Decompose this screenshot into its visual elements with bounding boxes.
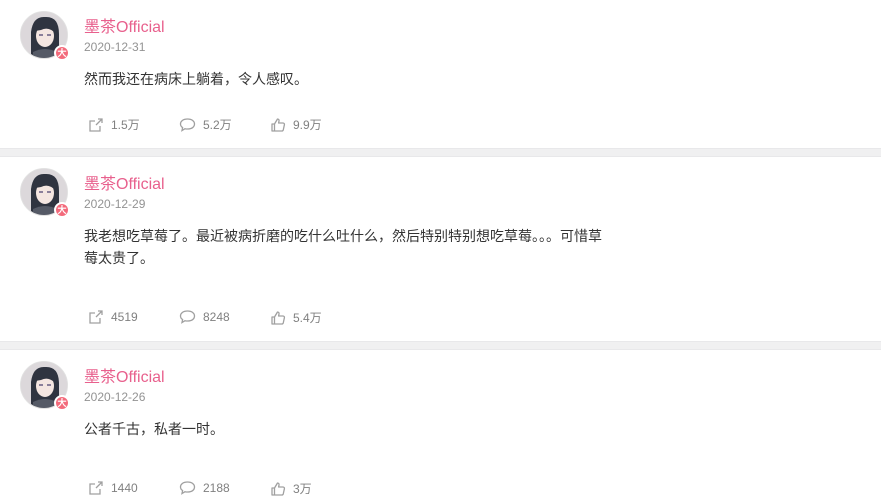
share-count: 1.5万 [111,118,140,132]
like-count: 9.9万 [293,118,322,132]
avatar[interactable]: 大 [20,361,70,411]
post-content: 公者千古，私者一时。 [84,421,224,437]
username-link[interactable]: 墨茶Official [84,170,165,194]
comment-button[interactable]: 2188 [179,480,230,496]
comment-count: 5.2万 [203,118,232,132]
feed-card: 大 墨茶Official 2020-12-31 然而我还在病床上躺着，令人感叹。… [0,0,881,148]
feed-card: 大 墨茶Official 2020-12-29 我老想吃草莓了。最近被病折磨的吃… [0,157,881,341]
thumbs-up-icon [271,481,286,496]
comment-icon [179,117,196,132]
avatar[interactable]: 大 [20,168,70,218]
username-link[interactable]: 墨茶Official [84,13,165,37]
share-icon [89,310,103,324]
post-date[interactable]: 2020-12-26 [84,390,145,404]
thumbs-up-icon [271,117,286,132]
verified-badge: 大 [54,202,70,218]
comment-count: 2188 [203,481,230,495]
post-date[interactable]: 2020-12-31 [84,40,145,54]
share-button[interactable]: 4519 [88,309,138,325]
like-count: 5.4万 [293,311,322,325]
share-button[interactable]: 1.5万 [88,116,140,133]
feed-card: 大 墨茶Official 2020-12-26 公者千古，私者一时。 1440 … [0,350,881,503]
like-button[interactable]: 9.9万 [270,116,322,133]
share-button[interactable]: 1440 [88,480,138,496]
comment-icon [179,310,196,324]
comment-button[interactable]: 8248 [179,309,230,325]
divider [0,341,881,350]
comment-button[interactable]: 5.2万 [179,116,232,133]
like-count: 3万 [293,482,312,496]
share-icon [89,117,103,132]
like-button[interactable]: 3万 [270,480,312,497]
like-button[interactable]: 5.4万 [270,309,322,326]
comment-count: 8248 [203,310,230,324]
verified-badge: 大 [54,45,70,61]
verified-badge: 大 [54,395,70,411]
username-link[interactable]: 墨茶Official [84,363,165,387]
avatar[interactable]: 大 [20,11,70,61]
share-count: 1440 [111,481,138,495]
post-date[interactable]: 2020-12-29 [84,197,145,211]
post-content: 然而我还在病床上躺着，令人感叹。 [84,71,308,87]
divider [0,148,881,157]
share-icon [89,481,103,495]
post-content: 我老想吃草莓了。最近被病折磨的吃什么吐什么，然后特别特别想吃草莓。。。可惜草莓太… [84,228,602,266]
thumbs-up-icon [271,310,286,325]
comment-icon [179,481,196,495]
share-count: 4519 [111,310,138,324]
